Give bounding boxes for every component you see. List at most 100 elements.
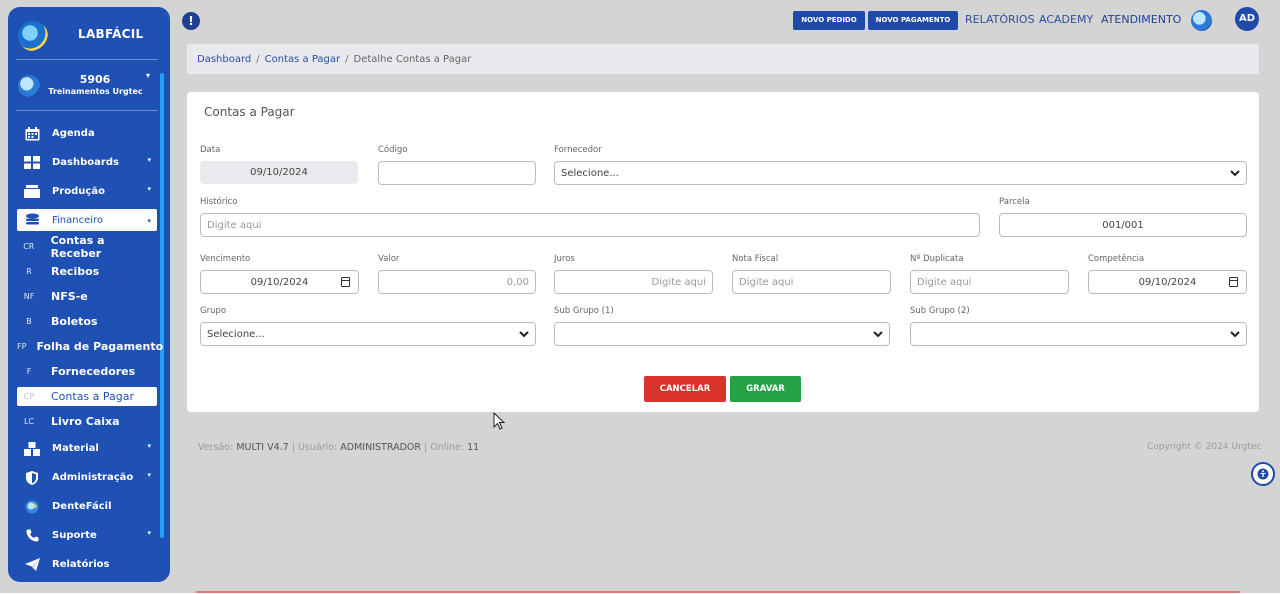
sidebar-item-label: Suporte [52, 530, 97, 541]
vencimento-value: 09/10/2024 [250, 276, 309, 288]
sidebar-item-administracao[interactable]: Administração ▾ [17, 463, 157, 492]
sidebar-subitem-livro-caixa[interactable]: LC Livro Caixa [17, 409, 157, 434]
valor-input[interactable]: 0,00 [378, 270, 536, 294]
breadcrumb-contas-a-pagar[interactable]: Contas a Pagar [265, 54, 340, 65]
competencia-value: 09/10/2024 [1138, 276, 1197, 288]
sidebar-subitem-boletos[interactable]: B Boletos [17, 309, 157, 334]
alert-icon[interactable]: ! [182, 12, 200, 30]
sidebar-menu: Agenda Dashboards ▾ Produção ▾ Financeir… [17, 119, 163, 579]
sidebar: LABFÁCIL 5906 Treinamentos Urgtec ▾ Agen… [8, 7, 170, 582]
novo-pedido-button[interactable]: NOVO PEDIDO [793, 11, 865, 30]
sidebar-scrollbar[interactable] [160, 73, 164, 538]
competencia-label: Competência [1088, 254, 1145, 264]
grupo-select[interactable]: Selecione... [200, 322, 536, 346]
relatorios-link[interactable]: RELATÓRIOS [965, 13, 1035, 26]
chevron-down-icon [1230, 331, 1240, 338]
vencimento-label: Vencimento [200, 254, 251, 264]
user-code: 5906 [79, 73, 111, 86]
user-name: Treinamentos Urgtec [48, 87, 143, 96]
avatar[interactable]: AD [1235, 7, 1259, 31]
sidebar-item-dashboards[interactable]: Dashboards ▾ [17, 148, 157, 177]
usuario-value: ADMINISTRADOR [340, 442, 421, 453]
academy-link[interactable]: ACADEMY [1039, 13, 1093, 26]
sidebar-item-label: Administração [52, 472, 134, 483]
dentefacil-globe-icon[interactable] [1191, 10, 1212, 31]
sidebar-subitem-recibos[interactable]: R Recibos [17, 259, 157, 284]
calendar-icon[interactable] [1229, 277, 1238, 287]
juros-placeholder: Digite aqui [651, 276, 706, 288]
save-button[interactable]: GRAVAR [730, 376, 801, 402]
duplicata-label: Nº Duplicata [910, 254, 964, 264]
subitem-abbr: CP [23, 392, 35, 401]
data-field: 09/10/2024 [200, 161, 358, 184]
phone-icon [24, 529, 40, 543]
parcela-input[interactable]: 001/001 [999, 213, 1247, 237]
sidebar-item-financeiro[interactable]: Financeiro ▾ [17, 209, 157, 231]
historico-input[interactable]: Digite aqui [200, 213, 980, 237]
juros-input[interactable]: Digite aqui [554, 270, 713, 294]
labfacil-logo-icon [18, 21, 48, 51]
sidebar-item-relatorios[interactable]: Relatórios [17, 550, 157, 579]
accessibility-icon[interactable] [1251, 462, 1275, 486]
subitem-label: Fornecedores [51, 365, 136, 378]
sidebar-item-suporte[interactable]: Suporte ▾ [17, 521, 157, 550]
subitem-abbr: B [26, 317, 32, 326]
sidebar-item-producao[interactable]: Produção ▾ [17, 177, 157, 206]
grupo-value: Selecione... [207, 328, 265, 340]
chevron-down-icon: ▾ [147, 156, 151, 164]
duplicata-placeholder: Digite aqui [917, 276, 972, 288]
sidebar-item-dentefacil[interactable]: DenteFácil [17, 492, 157, 521]
coins-icon [24, 213, 40, 227]
version-info: Versão: MULTI V4.7 | Usuário: ADMINISTRA… [198, 442, 479, 453]
cancel-button[interactable]: CANCELAR [644, 376, 726, 402]
grupo-label: Grupo [200, 306, 227, 316]
sidebar-subitem-contas-a-pagar[interactable]: CP Contas a Pagar [17, 387, 157, 406]
subgrupo2-select[interactable] [910, 322, 1247, 346]
novo-pagamento-button[interactable]: NOVO PAGAMENTO [868, 11, 958, 30]
page-title: Contas a Pagar [204, 105, 295, 119]
sidebar-subitem-folha-de-pagamento[interactable]: FP Folha de Pagamento [17, 334, 163, 359]
chevron-down-icon: ▾ [147, 529, 151, 537]
sidebar-item-material[interactable]: Material ▾ [17, 434, 157, 463]
sidebar-subitem-fornecedores[interactable]: F Fornecedores [17, 359, 157, 384]
subitem-abbr: F [26, 367, 32, 376]
sidebar-divider [16, 110, 158, 111]
sidebar-item-label: Produção [52, 186, 105, 197]
subgrupo1-select[interactable] [554, 322, 890, 346]
user-globe-icon [18, 75, 40, 97]
fornecedor-select[interactable]: Selecione... [554, 161, 1247, 185]
chevron-down-icon: ▾ [147, 442, 151, 450]
breadcrumb-separator: / [256, 53, 260, 65]
chevron-down-icon: ▾ [147, 471, 151, 479]
sidebar-subitem-contas-a-receber[interactable]: CR Contas a Receber [17, 234, 157, 260]
sidebar-divider [16, 59, 158, 60]
historico-label: Histórico [200, 197, 238, 207]
nota-fiscal-label: Nota Fiscal [732, 254, 779, 264]
sidebar-item-label: Dashboards [52, 157, 119, 168]
subitem-label: Boletos [51, 315, 98, 328]
juros-label: Juros [554, 254, 575, 264]
duplicata-input[interactable]: Digite aqui [910, 270, 1069, 294]
nota-fiscal-input[interactable]: Digite aqui [732, 270, 891, 294]
copyright: Copyright © 2024 Urgtec [1147, 442, 1262, 452]
subitem-abbr: LC [23, 417, 35, 426]
calendar-icon[interactable] [341, 277, 350, 287]
sidebar-item-agenda[interactable]: Agenda [17, 119, 157, 148]
codigo-input[interactable] [378, 161, 536, 185]
mouse-cursor-icon [493, 412, 505, 430]
sidebar-subitem-nfse[interactable]: NF NFS-e [17, 284, 157, 309]
atendimento-link[interactable]: ATENDIMENTO [1101, 13, 1181, 26]
competencia-date-input[interactable]: 09/10/2024 [1088, 270, 1247, 294]
vencimento-date-input[interactable]: 09/10/2024 [200, 270, 359, 294]
sidebar-item-label: DenteFácil [52, 501, 112, 512]
breadcrumb-dashboard[interactable]: Dashboard [197, 54, 251, 65]
calendar-icon [24, 126, 40, 141]
subitem-abbr: NF [23, 292, 35, 301]
user-menu-toggle[interactable]: ▾ [146, 71, 150, 80]
breadcrumb: Dashboard / Contas a Pagar / Detalhe Con… [187, 44, 1259, 74]
fornecedor-value: Selecione... [561, 167, 619, 179]
subitem-label: NFS-e [51, 290, 88, 303]
globe-icon [24, 500, 40, 514]
subitem-abbr: FP [17, 342, 27, 351]
chevron-down-icon [873, 331, 883, 338]
